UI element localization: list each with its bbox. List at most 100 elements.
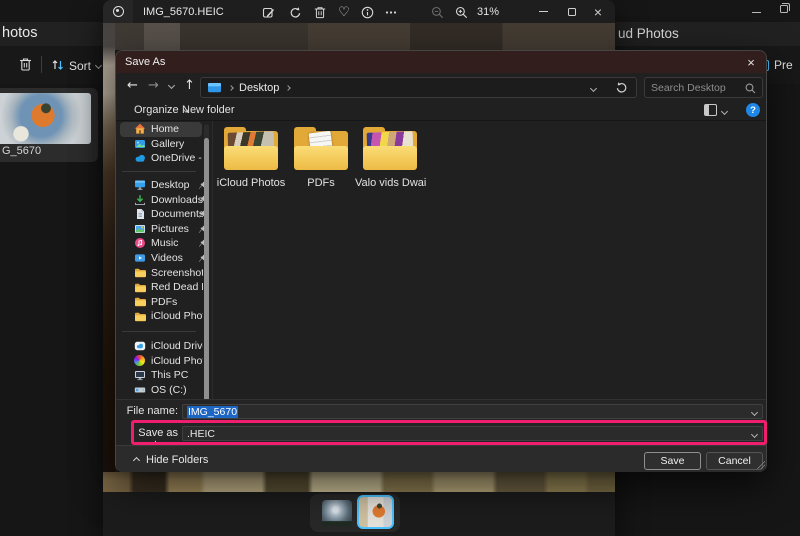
refresh-icon[interactable] bbox=[615, 81, 628, 94]
restore-icon[interactable] bbox=[780, 5, 788, 13]
up-icon[interactable]: ↑ bbox=[184, 78, 195, 93]
hide-folders-label: Hide Folders bbox=[146, 454, 208, 466]
photo-thumbnail-card[interactable]: G_5670 bbox=[0, 88, 98, 162]
dialog-toolbar: Organize New folder ? bbox=[116, 101, 766, 121]
sidebar-item-home[interactable]: Home bbox=[120, 122, 202, 137]
folder-tile-valo-vids[interactable]: Valo vids Dwai bbox=[355, 127, 425, 189]
dialog-footer: Hide Folders Save Cancel bbox=[116, 445, 766, 472]
sidebar-item-gallery[interactable]: Gallery bbox=[120, 137, 204, 152]
zoom-in-icon[interactable] bbox=[453, 4, 469, 20]
help-icon[interactable]: ? bbox=[746, 103, 760, 117]
folder-tile-pdfs[interactable]: PDFs bbox=[286, 127, 356, 189]
sort-icon[interactable] bbox=[51, 59, 65, 71]
edit-icon[interactable] bbox=[260, 4, 276, 20]
search-input[interactable] bbox=[651, 79, 743, 96]
sidebar-item-desktop[interactable]: Desktop bbox=[120, 178, 204, 193]
new-folder-button[interactable]: New folder bbox=[182, 104, 235, 116]
photo-content-left bbox=[103, 23, 115, 492]
folder-name: PDFs bbox=[286, 177, 356, 189]
photo-content-top bbox=[103, 23, 615, 50]
sidebar-item-onedrive[interactable]: OneDrive - Persor bbox=[120, 151, 204, 166]
delete-icon[interactable] bbox=[19, 57, 32, 72]
photo-thumbnail[interactable] bbox=[0, 93, 91, 144]
file-name-label: File name: bbox=[116, 405, 178, 417]
dialog-sidebar: Home Gallery OneDrive - Persor Desktop D… bbox=[120, 122, 204, 397]
folder-icon bbox=[293, 127, 349, 171]
folder-icon bbox=[223, 127, 279, 171]
filmstrip-thumbnail-sky[interactable] bbox=[322, 500, 352, 526]
documents-icon bbox=[134, 208, 147, 220]
view-mode-chevron-icon[interactable] bbox=[721, 108, 728, 115]
sidebar-item-videos[interactable]: Videos bbox=[120, 251, 204, 266]
breadcrumb-chevron-icon bbox=[286, 85, 292, 91]
folder-icon bbox=[134, 310, 147, 322]
hide-folders-button[interactable]: Hide Folders bbox=[134, 454, 208, 466]
delete-icon[interactable] bbox=[312, 4, 328, 20]
sidebar-item-red-dead-redemption[interactable]: Red Dead Redemp bbox=[120, 280, 204, 295]
viewer-title: IMG_5670.HEIC bbox=[143, 6, 224, 18]
zoom-out-icon[interactable] bbox=[429, 4, 445, 20]
downloads-icon bbox=[134, 194, 147, 206]
sidebar-item-pdfs[interactable]: PDFs bbox=[120, 295, 204, 310]
cancel-button[interactable]: Cancel bbox=[706, 452, 763, 470]
sidebar-item-icloud-photos-folder[interactable]: iCloud Photos bbox=[120, 309, 204, 324]
sidebar-item-os-c-drive[interactable]: OS (C:) bbox=[120, 383, 204, 398]
folder-tile-icloud-photos[interactable]: iCloud Photos bbox=[216, 127, 286, 189]
save-as-type-dropdown-chevron-icon[interactable] bbox=[751, 431, 758, 438]
sidebar-item-screenshots[interactable]: Screenshots bbox=[120, 265, 204, 280]
toolbar-divider bbox=[41, 56, 42, 73]
close-icon[interactable]: × bbox=[736, 51, 766, 73]
folder-name: Valo vids Dwai bbox=[355, 177, 425, 189]
file-name-input[interactable]: IMG_5670 bbox=[182, 404, 763, 419]
zoom-level: 31% bbox=[477, 6, 499, 18]
forward-icon[interactable]: → bbox=[148, 78, 159, 93]
desktop-icon bbox=[134, 179, 147, 191]
sidebar-item-music[interactable]: Music bbox=[120, 236, 204, 251]
sidebar-item-downloads[interactable]: Downloads bbox=[120, 192, 204, 207]
address-dropdown-chevron-icon[interactable] bbox=[590, 85, 597, 92]
sort-label[interactable]: Sort bbox=[69, 59, 91, 73]
preview-label[interactable]: Pre bbox=[774, 58, 793, 72]
minimize-icon[interactable] bbox=[752, 12, 761, 13]
folder-icon bbox=[134, 296, 147, 308]
sidebar-divider bbox=[122, 331, 196, 332]
dialog-fields: File name: IMG_5670 Save as type: .HEIC bbox=[116, 399, 766, 445]
maximize-icon[interactable] bbox=[560, 0, 584, 23]
save-button[interactable]: Save bbox=[644, 452, 701, 470]
more-options-icon[interactable] bbox=[383, 4, 399, 20]
close-icon[interactable]: × bbox=[586, 0, 610, 23]
recent-locations-chevron-icon[interactable] bbox=[168, 82, 175, 89]
resize-grip[interactable] bbox=[757, 461, 765, 469]
screen: hotos ud Photos Sort Pre G_5670 IMG_5670… bbox=[0, 0, 800, 536]
favorite-icon[interactable]: ♡ bbox=[336, 4, 352, 20]
filmstrip-thumbnail-selected[interactable] bbox=[357, 495, 394, 529]
breadcrumb-location[interactable]: Desktop bbox=[239, 82, 279, 94]
scrollbar-thumb[interactable] bbox=[204, 138, 209, 428]
photos-nav-label[interactable]: hotos bbox=[2, 25, 37, 41]
rotate-icon[interactable] bbox=[287, 4, 303, 20]
minimize-icon[interactable] bbox=[531, 0, 555, 23]
sidebar-item-icloud-drive[interactable]: iCloud Drive bbox=[120, 339, 204, 354]
view-mode-icon[interactable] bbox=[704, 104, 717, 116]
sidebar-item-documents[interactable]: Documents bbox=[120, 207, 204, 222]
address-bar[interactable]: Desktop bbox=[200, 77, 637, 98]
info-icon[interactable] bbox=[359, 4, 375, 20]
file-name-dropdown-chevron-icon[interactable] bbox=[751, 409, 758, 416]
onedrive-cloud-icon bbox=[134, 152, 147, 164]
sidebar-scrollbar[interactable] bbox=[204, 124, 209, 446]
search-box[interactable] bbox=[644, 77, 763, 98]
videos-icon bbox=[134, 252, 147, 264]
gallery-icon bbox=[134, 138, 147, 150]
dialog-title: Save As bbox=[125, 56, 165, 68]
folder-icon bbox=[134, 267, 147, 279]
icloud-drive-icon bbox=[134, 340, 147, 352]
chevron-down-icon[interactable] bbox=[95, 62, 102, 69]
save-as-type-select[interactable]: .HEIC bbox=[182, 426, 763, 441]
photos-app-icon[interactable] bbox=[103, 0, 133, 23]
organize-button[interactable]: Organize bbox=[134, 104, 188, 116]
sidebar-item-this-pc[interactable]: This PC bbox=[120, 368, 204, 383]
back-icon[interactable]: ← bbox=[127, 78, 138, 93]
collection-title: ud Photos bbox=[618, 26, 679, 41]
sidebar-item-pictures[interactable]: Pictures bbox=[120, 222, 204, 237]
sidebar-item-icloud-photos[interactable]: iCloud Photos bbox=[120, 353, 204, 368]
